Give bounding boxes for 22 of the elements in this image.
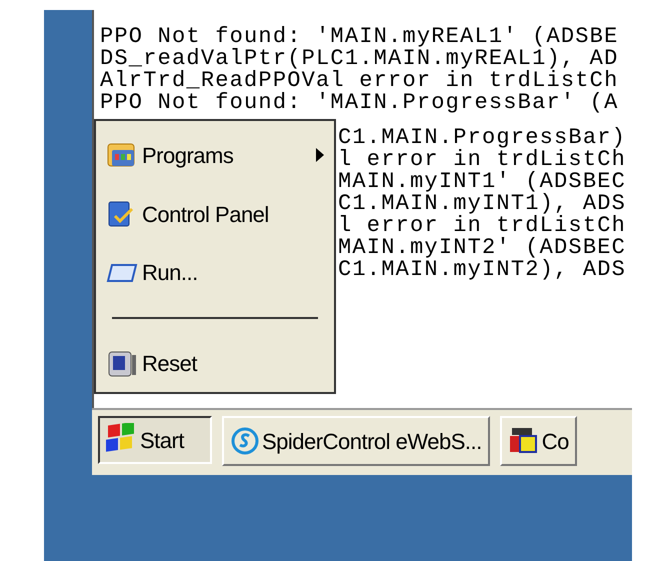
menu-item[interactable]: Control Panel [106,186,324,243]
log-line: AlrTrd_ReadPPOVal error in trdListCh [99,70,620,92]
log-line: l error in trdListCh [337,215,626,237]
submenu-arrow-icon [316,148,324,162]
log-line: MAIN.myINT2' (ADSBEC [337,237,626,259]
log-line: MAIN.myINT1' (ADSBEC [337,171,626,193]
log-line: C1.MAIN.myINT1), ADS [337,193,626,215]
menu-item[interactable]: Programs [106,127,324,184]
log-line: DS_readValPtr(PLC1.MAIN.myREAL1), AD [99,48,620,70]
log-line: C1.MAIN.myINT2), ADS [337,259,626,281]
log-line: l error in trdListCh [337,149,626,171]
menu-item[interactable]: Run... [106,244,324,302]
menu-item[interactable]: Reset [106,335,324,392]
log-line: PPO Not found: 'MAIN.ProgressBar' (A [99,92,620,114]
taskbar-button[interactable]: Co [500,416,577,466]
start-button[interactable]: Start [98,416,212,464]
computer-icon [106,348,138,379]
app-logo-icon [508,426,540,456]
taskbar-button[interactable]: SpiderControl eWebS... [222,416,490,466]
log-line: PPO Not found: 'MAIN.myREAL1' (ADSBE [99,26,620,48]
spider-logo-icon [230,426,260,456]
log-line: C1.MAIN.ProgressBar) [337,127,626,149]
